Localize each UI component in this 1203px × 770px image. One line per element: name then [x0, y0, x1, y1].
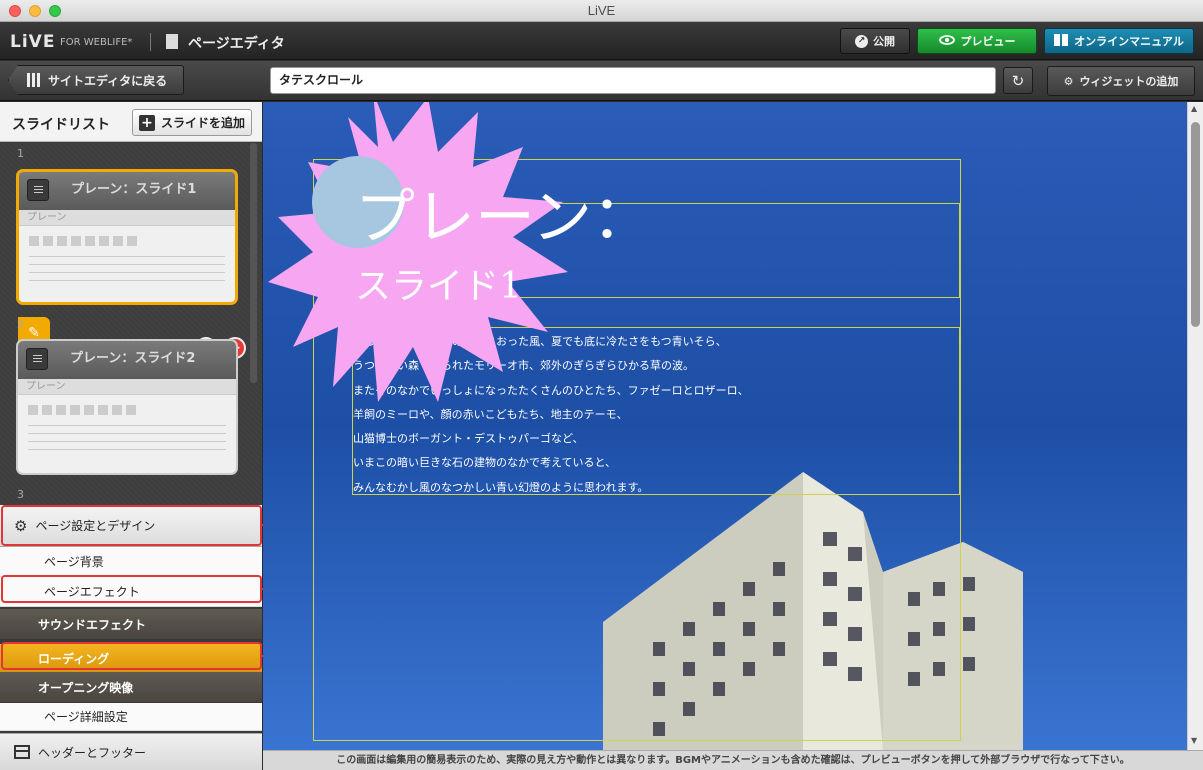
publish-button[interactable]: ↗ 公開: [840, 28, 910, 54]
back-label: サイトエディタに戻る: [48, 73, 168, 88]
plus-icon: +: [138, 114, 155, 131]
slide-number: 1: [17, 147, 24, 160]
sound-effect-label: サウンドエフェクト: [38, 617, 147, 632]
online-manual-button[interactable]: オンラインマニュアル: [1044, 28, 1194, 54]
app-logo-sub: FOR WEBLIFE*: [60, 37, 133, 48]
slidelist-title: スライドリスト: [12, 117, 110, 133]
slide-list[interactable]: 1 プレーン：スライド1 プレーン ✎ ⧉ − 2 プレーン：スライド2 プレー…: [0, 143, 262, 505]
header-footer-section[interactable]: ヘッダーとフッター: [0, 733, 262, 770]
menu-sound-effect[interactable]: サウンドエフェクト: [0, 609, 262, 639]
site-editor-icon: [27, 73, 40, 87]
menu-page-background[interactable]: ページ背景: [0, 547, 262, 577]
menu-page-detail[interactable]: ページ詳細設定: [0, 703, 262, 731]
menu-opening-video[interactable]: オープニング映像: [0, 672, 262, 702]
gear-icon: ⚙: [1063, 74, 1074, 88]
window-titlebar: LiVE: [0, 0, 1203, 22]
page-detail-label: ページ詳細設定: [44, 710, 128, 724]
scroll-down-icon[interactable]: ▼: [1191, 736, 1197, 745]
publish-icon: ↗: [855, 34, 868, 48]
slide-thumbnail-dots: [29, 236, 235, 246]
slide-number: 3: [17, 488, 24, 501]
add-widget-label: ウィジェットの追加: [1079, 75, 1179, 88]
document-icon: [166, 34, 178, 49]
header-divider: [150, 33, 151, 51]
header-footer-label: ヘッダーとフッター: [38, 745, 147, 760]
slide-title: プレーン：スライド1: [71, 182, 197, 197]
slide-title: プレーン：スライド2: [70, 351, 196, 366]
eye-icon: [938, 34, 955, 48]
slide-card-1[interactable]: プレーン：スライド1 プレーン: [16, 169, 238, 305]
page-bg-label: ページ背景: [44, 555, 104, 569]
reload-button[interactable]: ↻: [1003, 67, 1033, 94]
body-line: みんなむかし風のなつかしい青い幻燈のように思われます。: [353, 480, 649, 494]
header-footer-icon: [14, 745, 30, 759]
slide-canvas[interactable]: あのイーハトーヴォのすきとおった風、夏でも底に冷たさをもつ青いそら、 うつくしい…: [263, 102, 1187, 750]
opening-video-label: オープニング映像: [38, 680, 134, 695]
slide-title-line2[interactable]: スライド1: [355, 257, 522, 309]
callout-box-3: [1, 642, 262, 670]
window-title: LiVE: [587, 3, 616, 18]
callout-box-2: [1, 575, 262, 603]
slide-number: 2: [17, 318, 24, 331]
reload-icon: ↻: [1011, 71, 1025, 90]
slide-card-2[interactable]: プレーン：スライド2 プレーン: [16, 339, 238, 475]
canvas-scrollbar[interactable]: ▲ ▼: [1187, 102, 1203, 750]
publish-label: 公開: [873, 35, 895, 48]
preview-label: プレビュー: [960, 35, 1016, 48]
preview-button[interactable]: プレビュー: [917, 28, 1037, 54]
add-widget-button[interactable]: ⚙ ウィジェットの追加: [1047, 66, 1195, 96]
app-logo: LiVE: [10, 32, 56, 52]
status-message: この画面は編集用の簡易表示のため、実際の見え方や動作とは異なります。BGMやアニ…: [263, 750, 1203, 770]
body-line: いまこの暗い巨きな石の建物のなかで考えていると、: [353, 456, 617, 470]
slide-thumbnail-lines: [28, 425, 226, 450]
manual-label: オンラインマニュアル: [1074, 35, 1184, 48]
back-to-site-editor-button[interactable]: サイトエディタに戻る: [8, 65, 184, 95]
book-icon: [1054, 33, 1069, 49]
editor-toolbar: サイトエディタに戻る タテスクロール ↻ ⚙ ウィジェットの追加: [0, 61, 1203, 101]
app-header: LiVE FOR WEBLIFE* ページエディタ ↗ 公開 プレビュー オンラ…: [0, 22, 1203, 60]
page-title: ページエディタ: [188, 36, 285, 52]
callout-box-1: [1, 505, 262, 546]
slide-thumbnail-dots: [28, 405, 236, 415]
slide-title-line1[interactable]: プレーン：: [355, 182, 652, 254]
add-slide-label: スライドを追加: [160, 116, 245, 130]
add-slide-button[interactable]: + スライドを追加: [132, 109, 252, 136]
slide-list-scrollbar[interactable]: [250, 143, 257, 383]
slidelist-header: スライドリスト + スライドを追加: [0, 102, 262, 142]
slide-menu-icon[interactable]: [26, 348, 48, 370]
slide-template: プレーン: [18, 379, 236, 395]
slide-template: プレーン: [19, 210, 235, 226]
slide-menu-icon[interactable]: [27, 179, 49, 201]
scroll-thumb[interactable]: [1191, 122, 1200, 327]
page-name-input[interactable]: タテスクロール: [270, 67, 996, 94]
scroll-up-icon[interactable]: ▲: [1191, 104, 1197, 113]
slide-thumbnail-lines: [29, 256, 225, 281]
